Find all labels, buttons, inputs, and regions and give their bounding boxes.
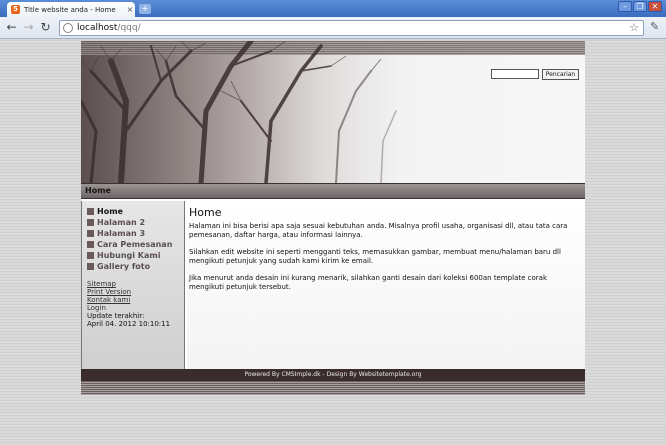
menu-item-label: Halaman 2 (97, 218, 146, 227)
update-label: Update terakhir: (87, 312, 145, 320)
tab-close-icon[interactable]: × (125, 5, 135, 14)
menu-item-label: Gallery foto (97, 262, 151, 271)
breadcrumb: Home (85, 186, 111, 195)
maximize-button[interactable]: ❐ (633, 1, 647, 12)
content-paragraph: Halaman ini bisa berisi apa saja sesuai … (189, 222, 568, 239)
update-date: April 04. 2012 10:10:11 (87, 320, 171, 328)
square-bullet-icon (87, 219, 94, 226)
footer-text: Powered By CMSImple.dk - Design By Websi… (244, 371, 422, 378)
menu-item-home[interactable]: Home (82, 206, 184, 217)
search-button[interactable]: Pencarian (542, 69, 579, 80)
breadcrumb-bar: Home (81, 183, 585, 199)
square-bullet-icon (87, 241, 94, 248)
menu-item-label: Halaman 3 (97, 229, 146, 238)
url-path: /qqq/ (117, 23, 141, 33)
url-text: localhost/qqq/ (77, 23, 141, 33)
sidebar-links: Sitemap Print Version Kontak kami Login (82, 280, 184, 312)
title-bar: 5 Title website anda - Home × + – ❐ ✕ (0, 0, 666, 17)
back-arrow-icon[interactable]: ← (4, 20, 19, 35)
menu-item-halaman-2[interactable]: Halaman 2 (82, 217, 184, 228)
window-controls: – ❐ ✕ (618, 1, 662, 12)
square-bullet-icon (87, 263, 94, 270)
reload-icon[interactable]: ↻ (38, 20, 53, 35)
menu-item-label: Home (97, 207, 123, 216)
sidebar: Home Halaman 2 Halaman 3 Cara Pemesanan … (81, 201, 185, 369)
wrench-menu-icon[interactable]: ✎ (650, 20, 659, 33)
sitemap-link[interactable]: Sitemap (87, 280, 184, 288)
site-footer: Powered By CMSImple.dk - Design By Websi… (81, 369, 585, 381)
site-header: Pencarian (81, 41, 585, 183)
square-bullet-icon (87, 252, 94, 259)
url-host: localhost (77, 23, 118, 33)
sidebar-menu: Home Halaman 2 Halaman 3 Cara Pemesanan … (82, 201, 184, 272)
html-favicon-icon: 5 (11, 5, 20, 14)
search-input[interactable] (491, 69, 539, 79)
menu-item-cara-pemesanan[interactable]: Cara Pemesanan (82, 239, 184, 250)
browser-toolbar: ← → ↻ localhost/qqq/ ☆ ✎ (0, 17, 666, 39)
square-bullet-icon (87, 230, 94, 237)
content-paragraph: Jika menurut anda desain ini kurang mena… (189, 274, 547, 291)
content-paragraph: Silahkan edit website ini seperti mengga… (189, 248, 561, 265)
menu-item-label: Cara Pemesanan (97, 240, 173, 249)
main-content: Home Halaman ini bisa berisi apa saja se… (187, 201, 585, 369)
website-container: Pencarian Home Home Halaman 2 Halaman 3 … (81, 41, 585, 395)
minimize-button[interactable]: – (618, 1, 632, 12)
new-tab-button[interactable]: + (139, 4, 151, 14)
menu-item-hubungi-kami[interactable]: Hubungi Kami (82, 250, 184, 261)
menu-item-gallery-foto[interactable]: Gallery foto (82, 261, 184, 272)
page-title: Home (189, 206, 222, 219)
footer-stripes (81, 381, 585, 395)
browser-tab[interactable]: 5 Title website anda - Home × (7, 2, 135, 17)
page-icon (63, 23, 73, 33)
menu-item-label: Hubungi Kami (97, 251, 161, 260)
kontak-kami-link[interactable]: Kontak kami (87, 296, 184, 304)
login-link[interactable]: Login (87, 304, 184, 312)
tab-title: Title website anda - Home (24, 5, 116, 14)
menu-item-halaman-3[interactable]: Halaman 3 (82, 228, 184, 239)
address-bar[interactable]: localhost/qqq/ ☆ (59, 20, 644, 36)
bookmark-star-icon[interactable]: ☆ (629, 21, 639, 34)
trees-banner-image (81, 41, 397, 183)
forward-arrow-icon[interactable]: → (21, 20, 36, 35)
page-viewport: Pencarian Home Home Halaman 2 Halaman 3 … (0, 40, 666, 445)
close-window-button[interactable]: ✕ (648, 1, 662, 12)
square-bullet-icon (87, 208, 94, 215)
print-version-link[interactable]: Print Version (87, 288, 184, 296)
